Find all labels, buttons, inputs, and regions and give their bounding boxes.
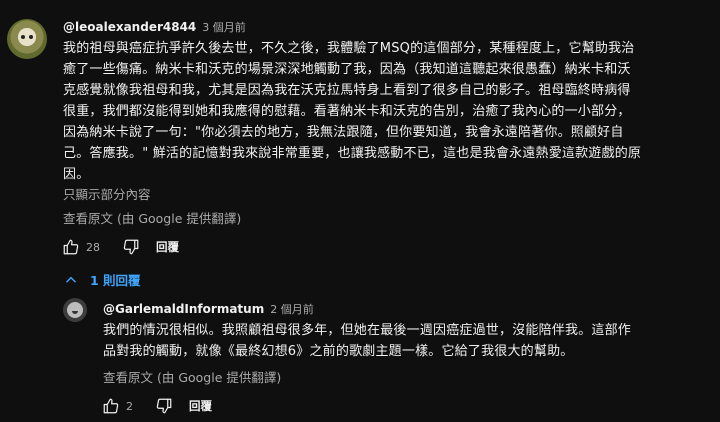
thumbs-up-icon: [103, 398, 119, 414]
translate-link[interactable]: 查看原文 (由 Google 提供翻譯): [63, 208, 241, 227]
avatar[interactable]: [7, 19, 47, 59]
dislike-button[interactable]: [120, 236, 142, 258]
reply-button[interactable]: 回覆: [156, 239, 179, 255]
thumbs-down-icon: [123, 239, 139, 255]
comment-author[interactable]: @leoalexander4844: [63, 20, 196, 34]
chevron-up-icon: [66, 276, 76, 282]
reply-like-button[interactable]: [100, 395, 122, 417]
replies-toggle[interactable]: 1 則回覆: [64, 270, 141, 289]
reply-reply-button[interactable]: 回覆: [189, 398, 212, 414]
reply-author[interactable]: @GarlemaldInformatum: [103, 302, 264, 316]
reply-translate-link[interactable]: 查看原文 (由 Google 提供翻譯): [103, 367, 281, 386]
reply-text: 我們的情況很相似。我照顧祖母很多年，但她在最後一週因癌症過世，沒能陪伴我。這部作…: [103, 323, 632, 359]
comment-text: 我的祖母與癌症抗爭許久後去世，不久之後，我體驗了MSQ的這個部分，某種程度上，它…: [63, 41, 642, 182]
comment-header: @leoalexander4844 3 個月前: [63, 19, 246, 35]
avatar-face: [67, 302, 83, 318]
like-button[interactable]: [60, 236, 82, 258]
reply-header: @GarlemaldInformatum 2 個月前: [103, 301, 314, 317]
like-count: 28: [86, 240, 100, 254]
reply-dislike-button[interactable]: [153, 395, 175, 417]
thumbs-down-icon: [156, 398, 172, 414]
comment-time[interactable]: 3 個月前: [202, 19, 246, 35]
replies-toggle-label: 1 則回覆: [90, 273, 141, 288]
thumbs-up-icon: [63, 239, 79, 255]
reply-avatar[interactable]: [63, 298, 87, 322]
avatar-eye: [21, 35, 25, 39]
show-less-link[interactable]: 只顯示部分內容: [63, 184, 151, 203]
reply-actions: 2 回覆: [100, 395, 212, 417]
reply-like-count: 2: [126, 399, 133, 413]
avatar-eye: [29, 35, 33, 39]
reply-time[interactable]: 2 個月前: [270, 301, 314, 317]
comment-actions: 28 回覆: [60, 236, 179, 258]
